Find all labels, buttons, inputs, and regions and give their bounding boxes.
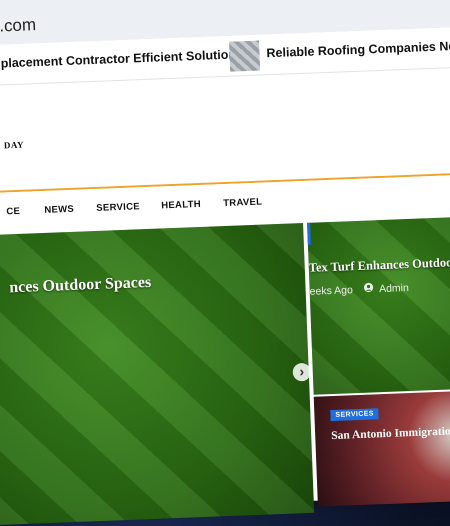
user-icon	[364, 282, 374, 295]
side-card-1-meta: eeks Ago Admin	[309, 281, 409, 298]
hero-slide[interactable]: nces Outdoor Spaces ›	[0, 223, 315, 526]
url-text[interactable]: .com	[0, 15, 36, 36]
ticker-item-1[interactable]: placement Contractor Efficient Solutions	[0, 47, 243, 70]
category-badge[interactable]: SERVICES	[330, 408, 380, 422]
side-card-2[interactable]: SERVICES San Antonio Immigration	[313, 389, 450, 507]
side-card-1[interactable]: Tex Turf Enhances Outdoor S eeks Ago Adm…	[307, 215, 450, 395]
card-accent-bar	[307, 222, 311, 245]
side-card-1-title[interactable]: Tex Turf Enhances Outdoor S	[308, 255, 450, 276]
nav-item-news[interactable]: NEWS	[44, 204, 74, 216]
browser-window: .com placement Contractor Efficient Solu…	[0, 0, 450, 526]
ticker-thumbnail[interactable]	[229, 40, 261, 72]
chevron-right-icon[interactable]: ›	[292, 362, 312, 382]
nav-item-travel[interactable]: TRAVEL	[223, 197, 263, 209]
site-logo[interactable]: DAY	[4, 140, 25, 151]
hero-title[interactable]: nces Outdoor Spaces	[9, 274, 152, 297]
post-author[interactable]: Admin	[379, 282, 409, 295]
side-card-2-title[interactable]: San Antonio Immigration	[331, 425, 450, 442]
nav-item-ce[interactable]: CE	[6, 206, 20, 218]
nav-item-service[interactable]: SERVICE	[96, 201, 140, 214]
nav-item-health[interactable]: HEALTH	[161, 199, 201, 212]
ticker-item-2[interactable]: Reliable Roofing Companies Near M	[266, 38, 450, 60]
post-time: eeks Ago	[309, 284, 354, 298]
